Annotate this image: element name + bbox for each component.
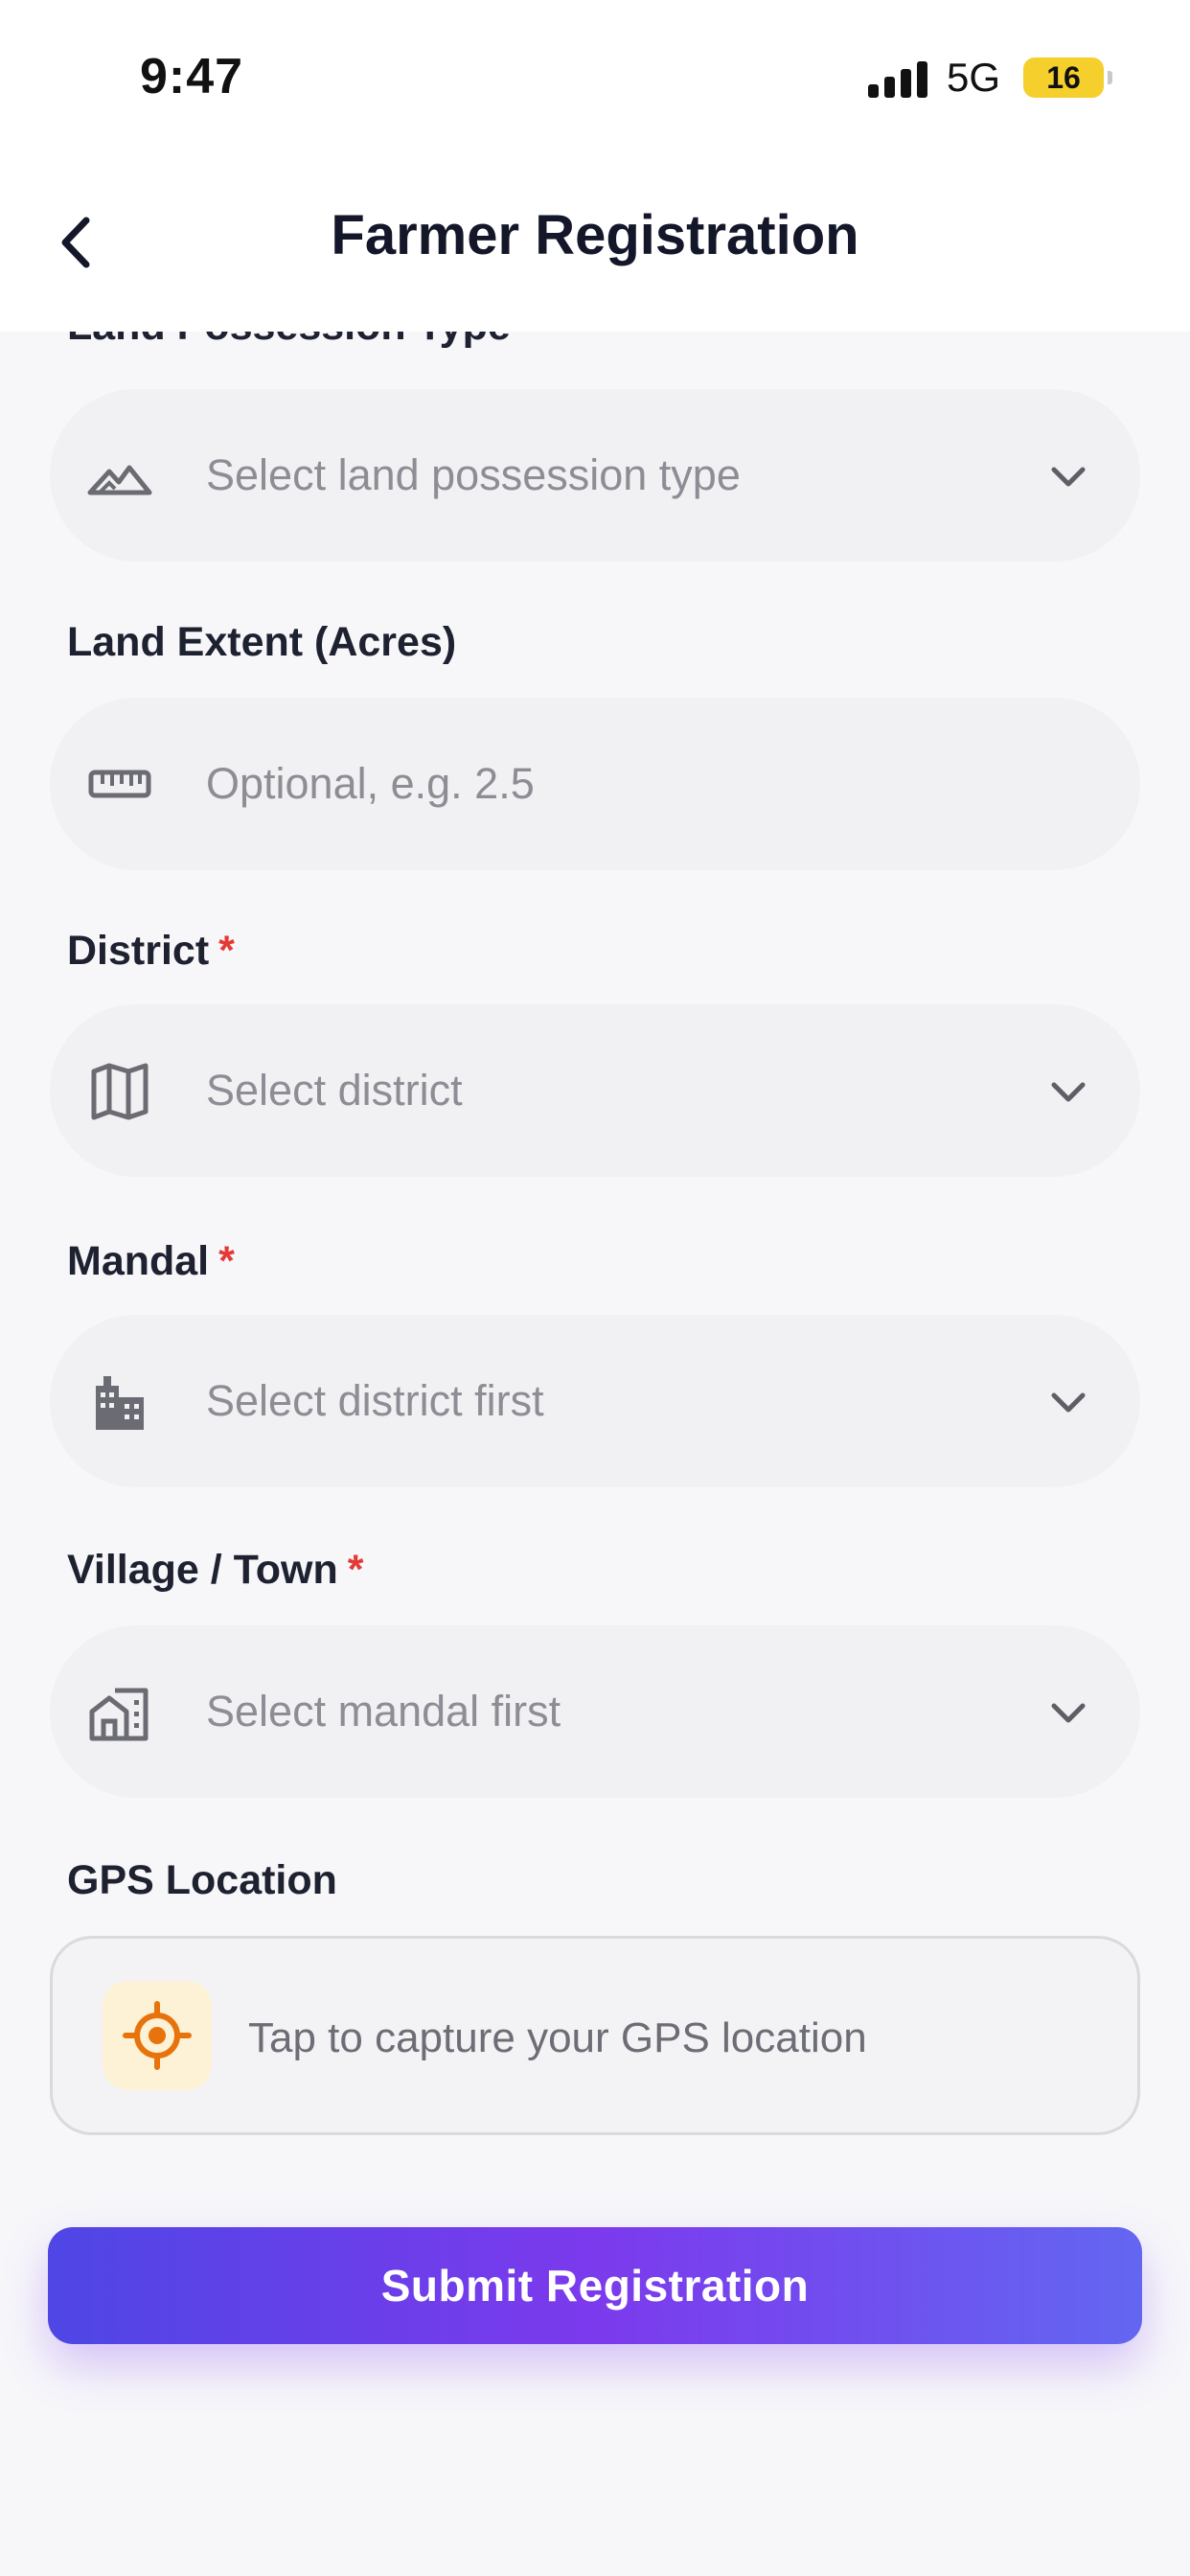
map-icon [91, 1063, 149, 1120]
chevron-down-icon [1051, 1392, 1086, 1413]
app-header: Farmer Registration [0, 153, 1190, 332]
land-possession-select[interactable]: Select land possession type [50, 389, 1140, 562]
land-possession-label: Land Possession Type * [67, 332, 538, 350]
land-possession-placeholder: Select land possession type [206, 450, 741, 499]
buildings-icon [96, 1376, 144, 1430]
village-placeholder: Select mandal first [206, 1687, 561, 1736]
mandal-placeholder: Select district first [206, 1376, 544, 1425]
village-label: Village / Town * [67, 1547, 364, 1593]
chevron-down-icon [1051, 1082, 1086, 1102]
network-type: 5G [947, 55, 1001, 100]
land-extent-input[interactable]: Optional, e.g. 2.5 [50, 698, 1140, 870]
district-label: District * [67, 928, 235, 974]
page-title: Farmer Registration [331, 204, 859, 266]
gps-icon-container [103, 1981, 212, 2090]
chevron-down-icon [1051, 467, 1086, 487]
gps-label: GPS Location [67, 1857, 337, 1903]
battery-level: 16 [1046, 60, 1081, 95]
district-select[interactable]: Select district [50, 1004, 1140, 1177]
submit-registration-button[interactable]: Submit Registration [48, 2227, 1142, 2344]
mandal-label: Mandal * [67, 1238, 235, 1284]
battery-icon: 16 [1023, 58, 1104, 98]
gps-prompt: Tap to capture your GPS location [248, 2014, 867, 2061]
district-placeholder: Select district [206, 1066, 463, 1115]
chevron-down-icon [1051, 1703, 1086, 1723]
house-city-icon [89, 1688, 149, 1741]
status-time: 9:47 [140, 49, 244, 104]
ruler-icon [88, 770, 151, 798]
battery-tip [1108, 71, 1112, 84]
land-extent-label: Land Extent (Acres) [67, 619, 457, 665]
gps-capture-button[interactable]: Tap to capture your GPS location [50, 1936, 1140, 2135]
gps-target-icon [123, 2001, 192, 2070]
village-select[interactable]: Select mandal first [50, 1625, 1140, 1798]
signal-icon [868, 61, 927, 98]
land-extent-placeholder: Optional, e.g. 2.5 [206, 759, 535, 808]
landscape-icon [87, 465, 152, 495]
mandal-select[interactable]: Select district first [50, 1315, 1140, 1487]
status-bar: 9:47 5G 16 [0, 0, 1190, 153]
